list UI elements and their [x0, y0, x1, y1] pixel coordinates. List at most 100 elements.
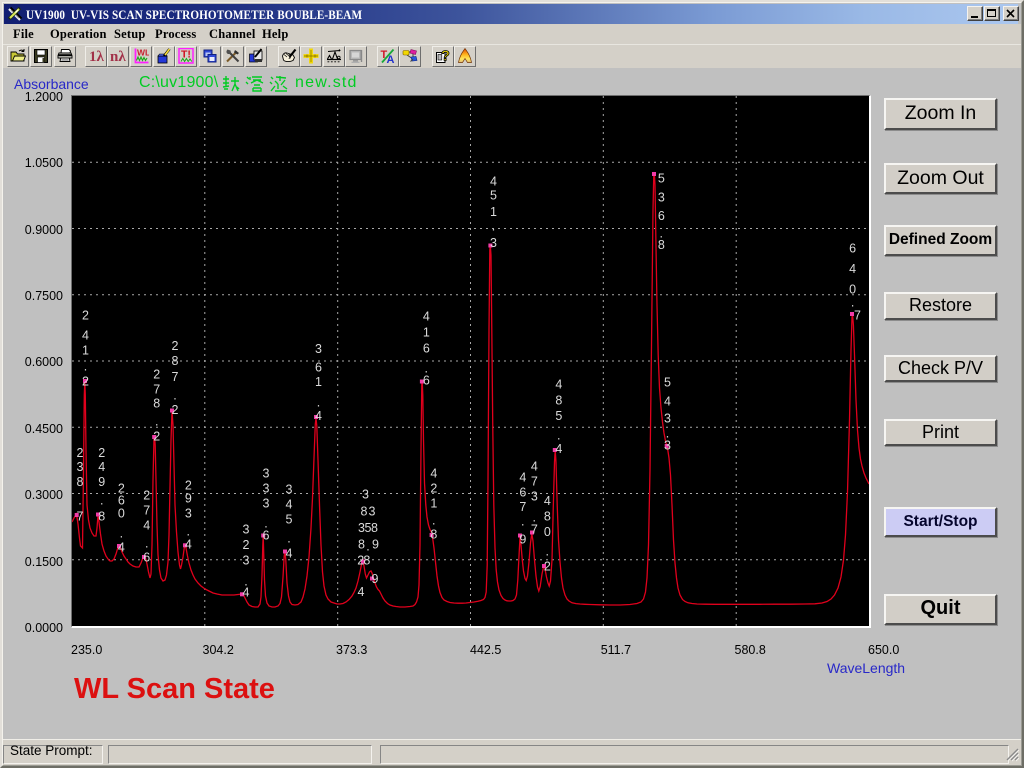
svg-text:.: . [546, 544, 549, 558]
svg-text:3: 3 [243, 553, 250, 567]
svg-text:4: 4 [286, 497, 293, 511]
svg-text:8: 8 [361, 504, 368, 518]
svg-text:5: 5 [664, 375, 671, 389]
svg-text:7: 7 [143, 503, 150, 517]
svg-text:0: 0 [849, 282, 856, 296]
svg-text:9: 9 [519, 532, 526, 546]
svg-text:?: ? [441, 49, 450, 65]
svg-text:9: 9 [372, 537, 379, 551]
svg-text:.: . [492, 219, 495, 233]
svg-text:2: 2 [172, 403, 179, 417]
svg-text:1: 1 [430, 496, 437, 510]
svg-text:3: 3 [664, 411, 671, 425]
svg-text:8: 8 [430, 527, 437, 541]
svg-text:1λ: 1λ [89, 49, 104, 64]
svg-text:.: . [366, 539, 369, 553]
svg-text:4: 4 [286, 546, 293, 560]
svg-text:8: 8 [658, 238, 665, 252]
svg-text:.: . [521, 514, 524, 528]
svg-text:8: 8 [371, 521, 378, 535]
svg-text:8: 8 [555, 393, 562, 407]
svg-text:8: 8 [363, 553, 370, 567]
svg-text:4: 4 [519, 470, 526, 484]
svg-text:7: 7 [153, 382, 160, 396]
svg-text:3: 3 [658, 190, 665, 204]
svg-text:8: 8 [358, 537, 365, 551]
svg-text:2: 2 [82, 308, 89, 322]
svg-text:3: 3 [369, 504, 376, 518]
svg-text:4: 4 [243, 585, 250, 599]
svg-text:6: 6 [849, 241, 856, 255]
svg-text:4: 4 [555, 377, 562, 391]
svg-text:4: 4 [98, 460, 105, 474]
svg-text:4: 4 [118, 540, 125, 554]
svg-text:6: 6 [118, 493, 125, 507]
svg-text:4: 4 [490, 174, 497, 188]
svg-text:2: 2 [185, 478, 192, 492]
svg-text:0: 0 [118, 506, 125, 520]
svg-text:3: 3 [263, 496, 270, 510]
svg-text:8: 8 [98, 509, 105, 523]
svg-text:.: . [120, 526, 123, 540]
svg-text:1: 1 [315, 375, 322, 389]
svg-text:4: 4 [849, 262, 856, 276]
svg-text:7: 7 [519, 500, 526, 514]
svg-text:6: 6 [315, 361, 322, 375]
svg-text:6: 6 [263, 528, 270, 542]
svg-text:.: . [317, 395, 320, 409]
svg-text:WL: WL [137, 48, 149, 58]
svg-text:3: 3 [531, 489, 538, 503]
svg-text:.: . [173, 388, 176, 402]
svg-text:5: 5 [490, 188, 497, 202]
svg-text:0: 0 [544, 525, 551, 539]
svg-text:3: 3 [77, 460, 84, 474]
svg-text:8: 8 [153, 396, 160, 410]
svg-text:3: 3 [362, 487, 369, 501]
svg-text:.: . [557, 428, 560, 442]
svg-text:5: 5 [658, 171, 665, 185]
svg-text:7: 7 [172, 370, 179, 384]
svg-text:4: 4 [664, 394, 671, 408]
svg-text:6: 6 [423, 374, 430, 388]
svg-text:3: 3 [243, 522, 250, 536]
svg-text:4: 4 [358, 585, 365, 599]
svg-text:6: 6 [658, 209, 665, 223]
svg-text:3: 3 [490, 236, 497, 250]
svg-text:.: . [145, 536, 148, 550]
svg-text:7: 7 [854, 308, 861, 322]
svg-text:.: . [851, 295, 854, 309]
svg-text:.: . [287, 531, 290, 545]
svg-text:3: 3 [263, 466, 270, 480]
svg-text:4: 4 [531, 459, 538, 473]
svg-text:3: 3 [664, 438, 671, 452]
svg-text:3: 3 [315, 342, 322, 356]
svg-text:2: 2 [77, 446, 84, 460]
svg-text:9: 9 [185, 491, 192, 505]
svg-text:3: 3 [263, 481, 270, 495]
svg-text:4: 4 [143, 518, 150, 532]
svg-text:.: . [187, 524, 190, 538]
svg-text:2: 2 [430, 481, 437, 495]
svg-text:2: 2 [98, 446, 105, 460]
svg-text:8: 8 [172, 354, 179, 368]
svg-text:1: 1 [423, 326, 430, 340]
svg-text:2: 2 [172, 339, 179, 353]
svg-text:4: 4 [315, 409, 322, 423]
svg-text:7: 7 [531, 474, 538, 488]
svg-text:7: 7 [77, 509, 84, 523]
svg-text:2: 2 [153, 367, 160, 381]
svg-text:4: 4 [185, 537, 192, 551]
svg-text:9: 9 [372, 572, 379, 586]
svg-text:3: 3 [185, 506, 192, 520]
svg-text:9: 9 [98, 475, 105, 489]
svg-text:.: . [100, 493, 103, 507]
svg-text:4: 4 [423, 309, 430, 323]
svg-text:.: . [432, 513, 435, 527]
svg-text:6: 6 [143, 550, 150, 564]
svg-text:1: 1 [82, 343, 89, 357]
svg-text:2: 2 [544, 560, 551, 574]
svg-text:2: 2 [82, 374, 89, 388]
svg-text:8: 8 [544, 509, 551, 523]
svg-text:7: 7 [531, 522, 538, 536]
svg-text:3: 3 [286, 482, 293, 496]
